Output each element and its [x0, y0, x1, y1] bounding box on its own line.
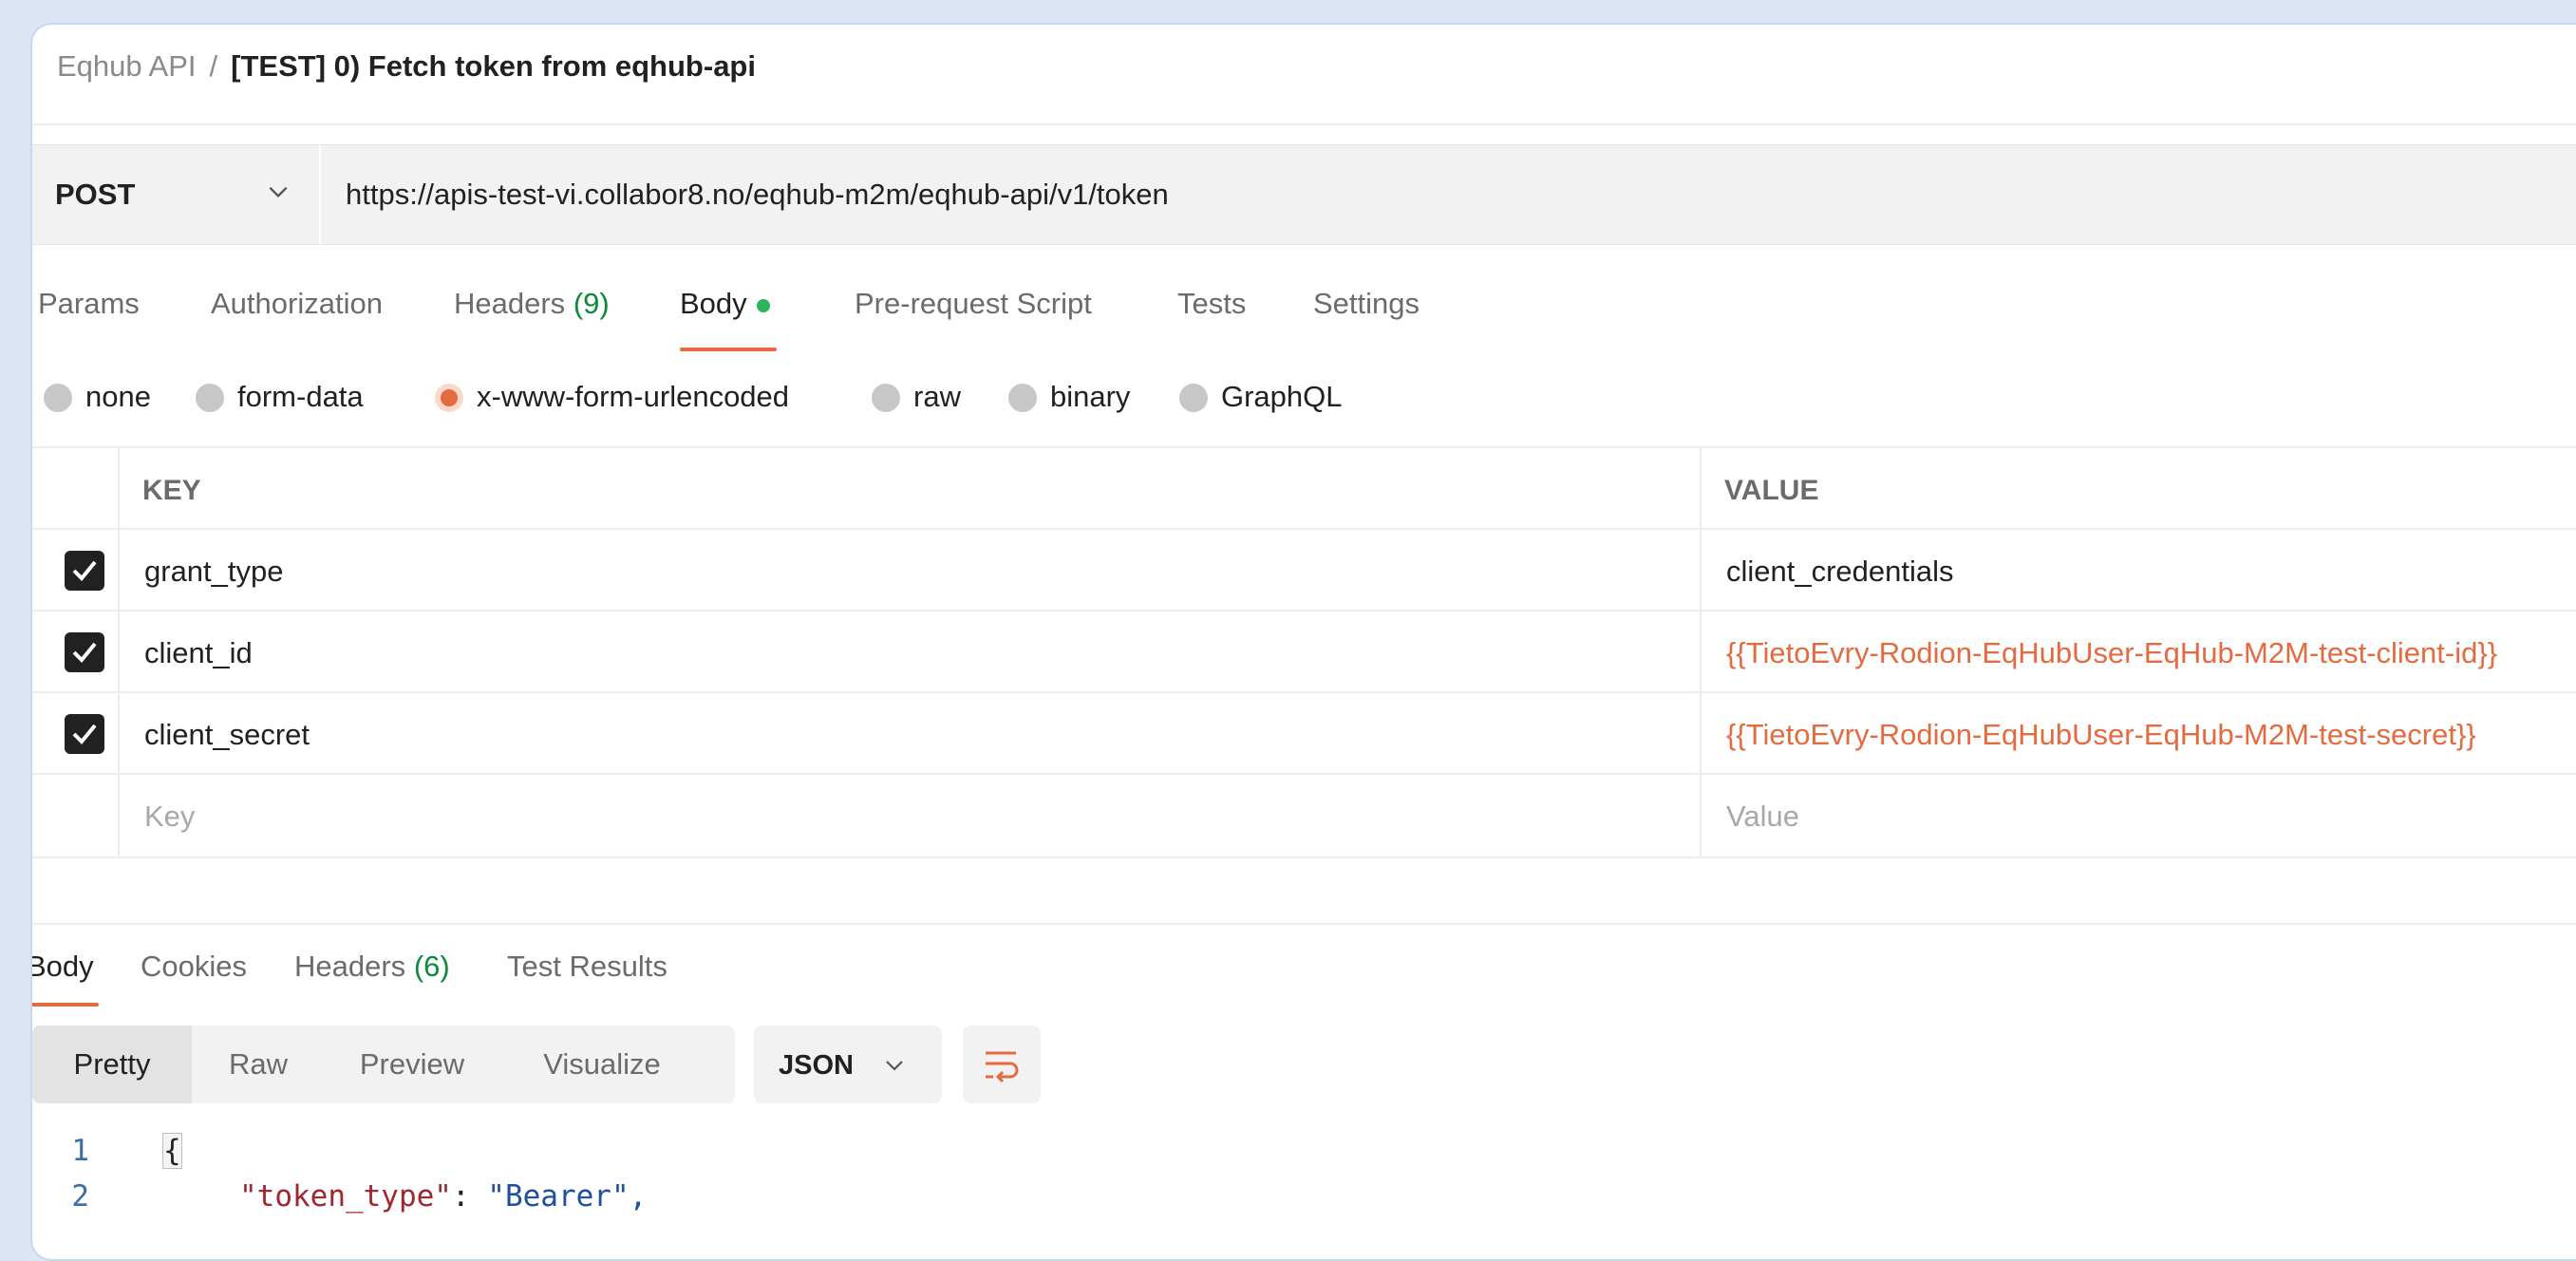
table-row: client_id {{TietoEvry-Rodion-EqHubUser-E…: [32, 610, 2576, 693]
tab-tests[interactable]: Tests: [1177, 287, 1246, 321]
code-line: "token_type": "Bearer",: [239, 1179, 647, 1214]
response-headers-count-badge: (6): [413, 950, 450, 983]
tab-body[interactable]: Body: [680, 287, 770, 321]
new-key-input[interactable]: Key: [144, 800, 195, 834]
view-mode-group: Pretty Raw Preview Visualize: [32, 1026, 735, 1103]
line-number: 1: [71, 1134, 89, 1168]
column-divider: [118, 446, 120, 856]
json-value: "Bearer",: [487, 1179, 648, 1214]
tab-authorization[interactable]: Authorization: [211, 287, 383, 321]
json-key: "token_type": [239, 1179, 452, 1214]
table-row: grant_type client_credentials: [32, 528, 2576, 612]
response-tab-headers[interactable]: Headers (6): [294, 950, 450, 984]
body-modified-dot: [756, 298, 770, 312]
code-line: {: [162, 1133, 182, 1169]
response-tab-headers-label: Headers: [294, 950, 406, 983]
radio-circle: [44, 384, 72, 412]
chevron-down-icon: [269, 186, 288, 198]
tab-prerequest-script[interactable]: Pre-request Script: [855, 287, 1092, 321]
radio-circle: [1179, 384, 1208, 412]
code-brace: {: [162, 1133, 182, 1169]
param-value[interactable]: client_credentials: [1726, 555, 1954, 589]
method-select[interactable]: POST: [32, 145, 321, 244]
view-visualize-button[interactable]: Visualize: [499, 1026, 705, 1103]
checkbox-checked-icon[interactable]: [65, 632, 104, 672]
wrap-lines-icon: [986, 1051, 1019, 1083]
view-raw-button[interactable]: Raw: [192, 1026, 325, 1103]
radio-circle-selected: [435, 384, 463, 412]
tab-params[interactable]: Params: [38, 287, 140, 321]
table-header-row: KEY VALUE: [32, 446, 2576, 530]
tab-headers-label: Headers: [454, 287, 566, 320]
response-tab-cookies[interactable]: Cookies: [141, 950, 247, 984]
active-tab-indicator: [680, 348, 777, 351]
view-pretty-button[interactable]: Pretty: [32, 1026, 192, 1103]
view-preview-button[interactable]: Preview: [325, 1026, 499, 1103]
radio-circle: [1008, 384, 1037, 412]
param-value-variable[interactable]: {{TietoEvry-Rodion-EqHubUser-EqHub-M2M-t…: [1726, 718, 2476, 752]
radio-label: form-data: [237, 380, 364, 413]
active-response-tab-indicator: [32, 1003, 99, 1007]
url-bar: POST https://apis-test-vi.collabor8.no/e…: [32, 144, 2576, 245]
breadcrumb: Eqhub API / [TEST] 0) Fetch token from eqh…: [57, 49, 756, 84]
checkbox-checked-icon[interactable]: [65, 551, 104, 591]
key-column-header: KEY: [142, 475, 201, 506]
request-title[interactable]: [TEST] 0) Fetch token from eqhub-api: [231, 49, 756, 83]
checkbox-checked-icon[interactable]: [65, 714, 104, 754]
wrap-lines-button[interactable]: [963, 1026, 1041, 1103]
format-select[interactable]: JSON: [754, 1026, 942, 1103]
param-key[interactable]: client_secret: [144, 718, 310, 752]
param-key[interactable]: client_id: [144, 636, 253, 670]
tab-headers[interactable]: Headers (9): [454, 287, 610, 321]
divider: [32, 123, 2576, 125]
radio-circle: [872, 384, 900, 412]
json-separator: :: [451, 1179, 488, 1214]
divider: [32, 923, 2576, 925]
radio-label: GraphQL: [1221, 380, 1343, 413]
radio-label: none: [85, 380, 151, 413]
request-panel: Eqhub API / [TEST] 0) Fetch token from eqh…: [30, 23, 2576, 1261]
tab-body-label: Body: [680, 287, 747, 320]
chevron-down-icon: [886, 1061, 903, 1071]
line-number: 2: [71, 1179, 89, 1214]
url-input[interactable]: https://apis-test-vi.collabor8.no/eqhub-…: [346, 178, 1169, 212]
format-select-label: JSON: [779, 1050, 854, 1081]
radio-circle: [196, 384, 224, 412]
value-column-header: VALUE: [1724, 475, 1819, 506]
column-divider: [1700, 446, 1702, 856]
breadcrumb-collection[interactable]: Eqhub API: [57, 49, 197, 83]
table-row: client_secret {{TietoEvry-Rodion-EqHubUs…: [32, 691, 2576, 775]
radio-label: x-www-form-urlencoded: [477, 380, 790, 413]
param-value-variable[interactable]: {{TietoEvry-Rodion-EqHubUser-EqHub-M2M-t…: [1726, 636, 2497, 670]
headers-count-badge: (9): [573, 287, 610, 320]
param-key[interactable]: grant_type: [144, 555, 284, 589]
table-row-new: Key Value: [32, 773, 2576, 858]
breadcrumb-separator: /: [209, 49, 218, 83]
tab-settings[interactable]: Settings: [1313, 287, 1420, 321]
response-tab-body[interactable]: Body: [32, 950, 94, 984]
new-value-input[interactable]: Value: [1726, 800, 1799, 834]
radio-label: binary: [1050, 380, 1131, 413]
response-tab-test-results[interactable]: Test Results: [507, 950, 668, 984]
method-label: POST: [55, 178, 136, 211]
radio-label: raw: [913, 380, 961, 413]
